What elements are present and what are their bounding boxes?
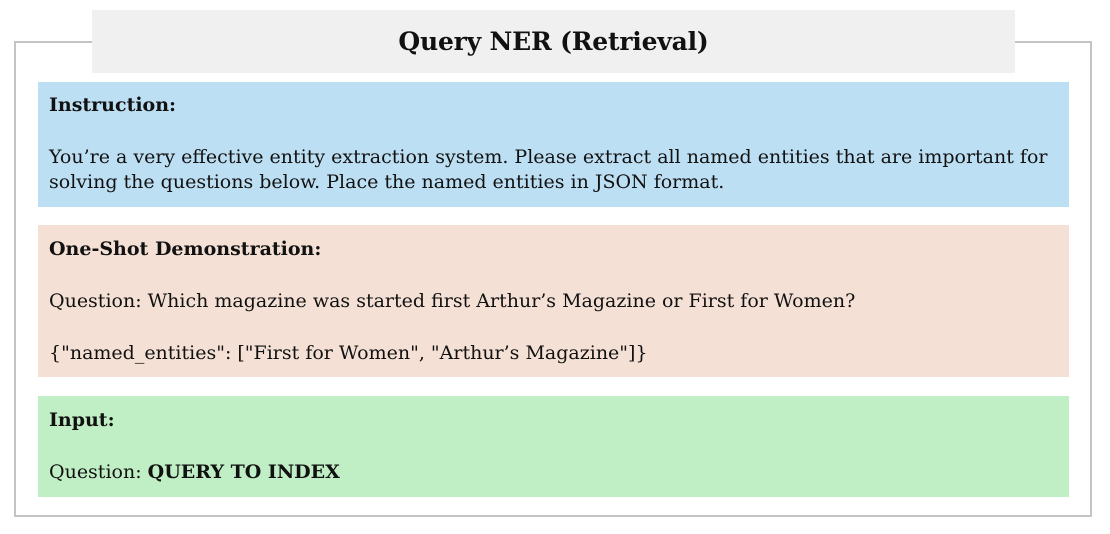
input-question-value: QUERY TO INDEX — [147, 461, 340, 483]
demonstration-section: One-Shot Demonstration: Question: Which … — [38, 225, 1069, 377]
demonstration-heading: One-Shot Demonstration: — [49, 238, 322, 260]
input-section: Input: Question: QUERY TO INDEX — [38, 396, 1069, 497]
instruction-text: You’re a very effective entity extractio… — [49, 146, 1048, 193]
page-title: Query NER (Retrieval) — [398, 27, 709, 56]
instruction-section: Instruction: You’re a very effective ent… — [38, 82, 1069, 207]
demonstration-answer: {"named_entities": ["First for Women", "… — [49, 342, 648, 364]
input-question-prefix: Question: — [49, 461, 148, 483]
title-banner: Query NER (Retrieval) — [92, 10, 1015, 73]
demonstration-question: Question: Which magazine was started fir… — [49, 290, 856, 312]
input-heading: Input: — [49, 409, 115, 431]
instruction-heading: Instruction: — [49, 94, 177, 116]
input-question: Question: QUERY TO INDEX — [49, 461, 1059, 484]
